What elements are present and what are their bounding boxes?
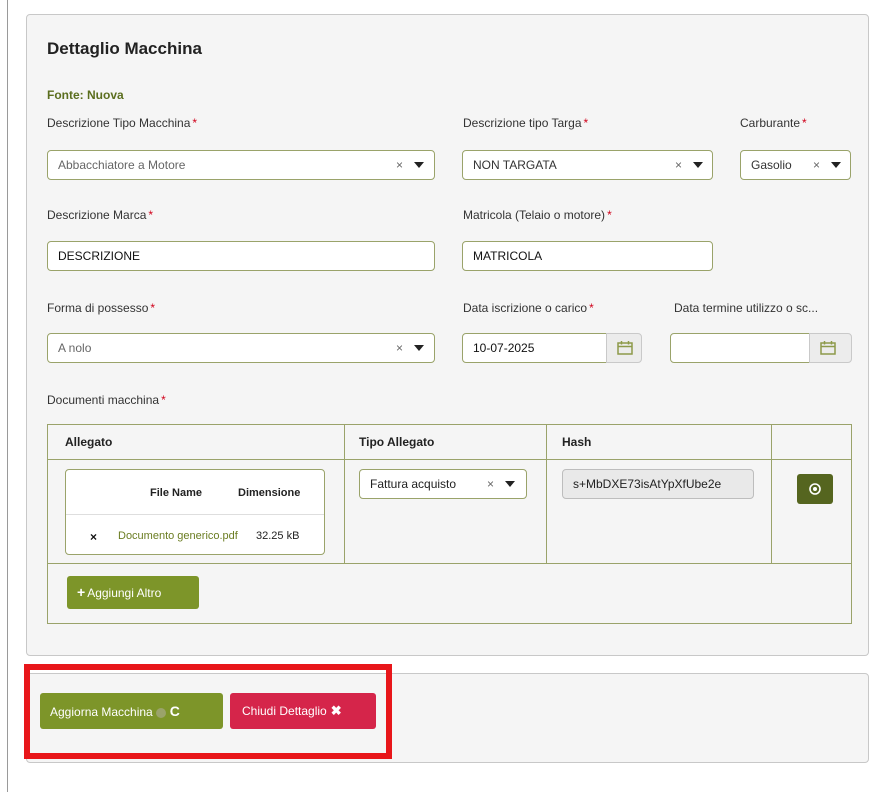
col-dimensione: Dimensione bbox=[238, 487, 301, 499]
marca-label: Descrizione Marca * bbox=[47, 208, 154, 222]
remove-row-button[interactable] bbox=[797, 474, 833, 504]
chevron-down-icon[interactable] bbox=[414, 345, 424, 351]
data-iscrizione-label: Data iscrizione o carico * bbox=[463, 301, 594, 315]
clear-icon[interactable]: × bbox=[396, 151, 403, 179]
file-name-link[interactable]: Documento generico.pdf bbox=[118, 530, 238, 542]
file-size: 32.25 kB bbox=[256, 530, 300, 542]
file-list-box: File Name Dimensione × Documento generic… bbox=[65, 469, 325, 555]
forma-possesso-select[interactable]: A nolo × bbox=[47, 333, 435, 363]
carburante-label: Carburante * bbox=[740, 116, 807, 130]
column-divider bbox=[771, 425, 772, 563]
highlight-frame bbox=[24, 664, 392, 759]
forma-possesso-label: Forma di possesso * bbox=[47, 301, 156, 315]
marca-input[interactable]: DESCRIZIONE bbox=[47, 241, 435, 271]
col-tipo-allegato: Tipo Allegato bbox=[359, 435, 435, 449]
documenti-label: Documenti macchina * bbox=[47, 393, 166, 407]
column-divider bbox=[546, 425, 547, 563]
matricola-input[interactable]: MATRICOLA bbox=[462, 241, 713, 271]
tipo-targa-select[interactable]: NON TARGATA × bbox=[462, 150, 713, 180]
tipo-macchina-label: Descrizione Tipo Macchina * bbox=[47, 116, 198, 130]
calendar-icon bbox=[617, 341, 633, 355]
data-termine-picker bbox=[670, 333, 852, 363]
calendar-button[interactable] bbox=[809, 333, 852, 363]
calendar-button[interactable] bbox=[606, 333, 642, 363]
column-divider bbox=[344, 425, 345, 563]
chevron-down-icon[interactable] bbox=[831, 162, 841, 168]
clear-icon[interactable]: × bbox=[396, 334, 403, 362]
matricola-label: Matricola (Telaio o motore) * bbox=[463, 208, 612, 222]
delete-file-icon[interactable]: × bbox=[90, 530, 97, 544]
data-termine-input[interactable] bbox=[670, 333, 810, 363]
col-hash: Hash bbox=[562, 435, 592, 449]
row-divider bbox=[66, 514, 324, 515]
clear-icon[interactable]: × bbox=[813, 151, 820, 179]
panel-title: Dettaglio Macchina bbox=[47, 39, 202, 58]
plus-icon: + bbox=[77, 584, 86, 600]
hash-field[interactable]: s+MbDXE73isAtYpXfUbe2e bbox=[562, 469, 754, 499]
data-iscrizione-picker: 10-07-2025 bbox=[462, 333, 642, 363]
chevron-down-icon[interactable] bbox=[693, 162, 703, 168]
add-document-button[interactable]: + Aggiungi Altro bbox=[67, 576, 199, 609]
chevron-down-icon[interactable] bbox=[414, 162, 424, 168]
left-border-rule bbox=[7, 0, 8, 792]
col-allegato: Allegato bbox=[65, 435, 113, 449]
tipo-targa-label: Descrizione tipo Targa * bbox=[463, 116, 589, 130]
row-divider bbox=[48, 563, 851, 564]
data-termine-label: Data termine utilizzo o sc... bbox=[674, 301, 819, 315]
source-label: Fonte: Nuova bbox=[47, 88, 124, 102]
tipo-allegato-select[interactable]: Fattura acquisto × bbox=[359, 469, 527, 499]
remove-circle-icon bbox=[809, 483, 821, 495]
chevron-down-icon[interactable] bbox=[505, 481, 515, 487]
clear-icon[interactable]: × bbox=[487, 470, 494, 498]
clear-icon[interactable]: × bbox=[675, 151, 682, 179]
row-divider bbox=[48, 459, 851, 460]
data-iscrizione-input[interactable]: 10-07-2025 bbox=[462, 333, 607, 363]
documents-table: Allegato Tipo Allegato Hash File Name Di… bbox=[47, 424, 852, 624]
tipo-macchina-select[interactable]: Abbacchiatore a Motore × bbox=[47, 150, 435, 180]
machine-detail-panel: Dettaglio Macchina Fonte: Nuova Descrizi… bbox=[26, 14, 869, 656]
col-file-name: File Name bbox=[150, 487, 202, 499]
carburante-select[interactable]: Gasolio × bbox=[740, 150, 851, 180]
calendar-icon bbox=[820, 341, 836, 355]
